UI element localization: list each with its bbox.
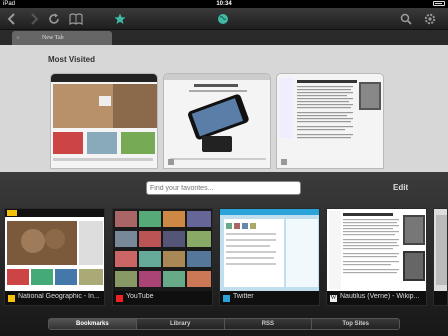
tab-strip: × New Tab <box>0 30 448 45</box>
favorite-card-twitter[interactable]: Twitter <box>219 208 320 306</box>
close-tab-icon[interactable]: × <box>16 31 20 45</box>
status-clock: 10:34 <box>216 1 232 7</box>
edit-button[interactable]: Edit <box>393 183 408 192</box>
wikipedia-favicon-icon: W <box>330 295 337 302</box>
youtube-favicon-icon <box>116 295 123 302</box>
tab-new[interactable]: × New Tab <box>12 31 112 45</box>
card-label: Twitter <box>233 293 254 300</box>
card-label: Nautilus (Verne) - Wikip... <box>340 293 420 300</box>
natgeo-favicon-icon <box>8 295 15 302</box>
back-button[interactable] <box>4 11 20 27</box>
star-icon <box>114 13 126 24</box>
menu-button[interactable] <box>422 11 438 27</box>
most-visited-tile[interactable] <box>276 73 384 169</box>
search-icon <box>400 13 412 25</box>
favorite-card-youtube[interactable]: YouTube <box>112 208 213 306</box>
favorites-panel: Edit National Geographic - In... <box>0 172 448 336</box>
battery-icon <box>433 1 445 6</box>
globe-icon <box>218 14 228 24</box>
card-label: National Geographic - In... <box>18 293 100 300</box>
card-thumbnail <box>113 209 212 291</box>
segment-library[interactable]: Library <box>136 319 225 329</box>
most-visited-tile[interactable] <box>163 73 271 169</box>
gear-icon <box>424 13 436 25</box>
segment-top-sites[interactable]: Top Sites <box>312 319 399 329</box>
new-tab-page: Most Visited <box>0 45 448 172</box>
library-segmented-control: Bookmarks Library RSS Top Sites <box>48 318 400 330</box>
page-title: Most Visited <box>48 55 95 64</box>
reload-icon <box>49 13 59 24</box>
most-visited-tile[interactable] <box>50 73 158 169</box>
favorite-card-partial[interactable] <box>433 208 448 306</box>
reload-button[interactable] <box>46 11 62 27</box>
status-bar: iPad 10:34 <box>0 0 448 8</box>
book-icon <box>69 13 83 25</box>
forward-button[interactable] <box>26 11 42 27</box>
forward-arrow-icon <box>31 13 39 25</box>
tile-thumbnail <box>51 74 157 161</box>
twitter-favicon-icon <box>223 295 230 302</box>
wikipedia-favicon-icon <box>281 159 287 165</box>
tile-thumbnail <box>279 78 381 139</box>
globe-button[interactable] <box>215 11 231 27</box>
segment-rss[interactable]: RSS <box>224 319 313 329</box>
tile-thumbnail <box>164 74 270 160</box>
card-thumbnail <box>220 209 319 291</box>
tab-title: New Tab <box>42 35 64 41</box>
favorites-search-input[interactable] <box>146 181 301 195</box>
card-thumbnail <box>327 209 426 291</box>
search-button[interactable] <box>398 11 414 27</box>
segment-bookmarks[interactable]: Bookmarks <box>49 319 137 329</box>
favorite-card-natgeo[interactable]: National Geographic - In... <box>4 208 105 306</box>
favorites-star-button[interactable] <box>112 11 128 27</box>
apple-favicon-icon <box>168 159 174 165</box>
card-thumbnail <box>434 209 447 291</box>
bookmarks-button[interactable] <box>68 11 84 27</box>
browser-toolbar <box>0 8 448 30</box>
card-thumbnail <box>5 209 104 291</box>
card-label: YouTube <box>126 293 154 300</box>
favorite-card-wikipedia[interactable]: W Nautilus (Verne) - Wikip... <box>326 208 427 306</box>
back-arrow-icon <box>7 13 15 25</box>
